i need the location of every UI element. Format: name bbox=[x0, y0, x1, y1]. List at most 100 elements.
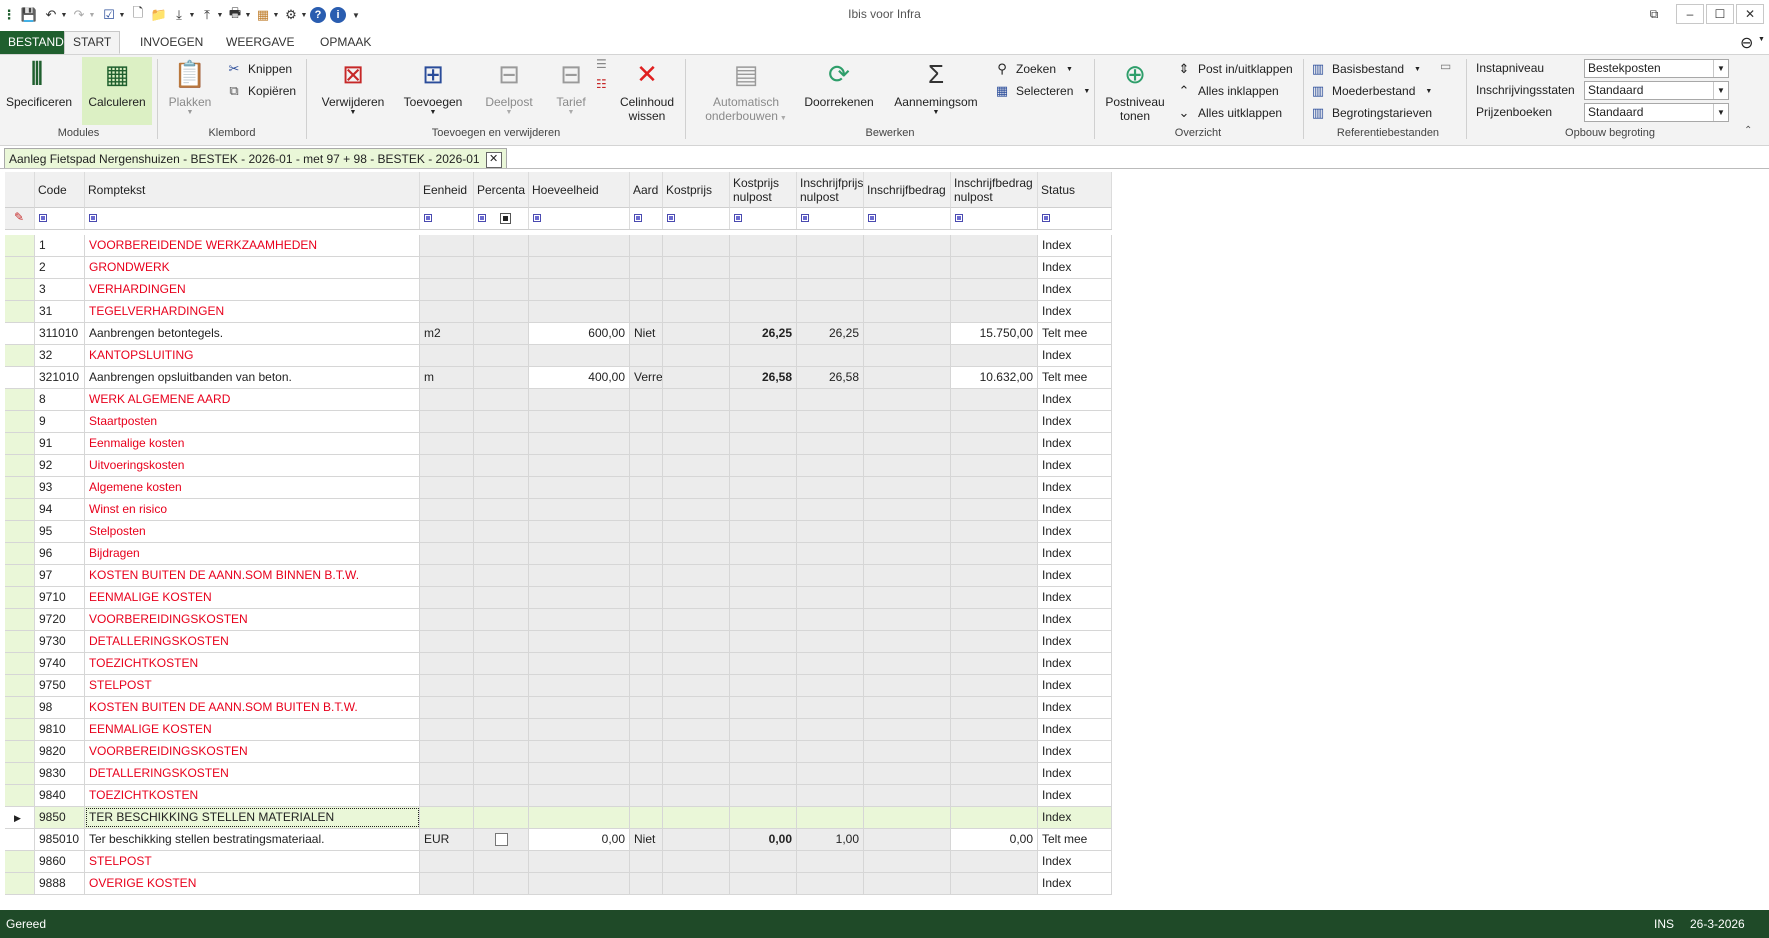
cell-hoeveelheid[interactable] bbox=[529, 675, 630, 696]
filter-percentage[interactable] bbox=[474, 208, 529, 229]
cell-kostprijs-nulpost[interactable] bbox=[730, 477, 797, 498]
column-header-eenheid[interactable]: Eenheid bbox=[420, 172, 474, 208]
cell-percentage[interactable] bbox=[474, 763, 529, 784]
cell-text[interactable]: Aanbrengen opsluitbanden van beton. bbox=[85, 367, 420, 388]
cell-inschrijfbedrag-nulpost[interactable] bbox=[951, 257, 1038, 278]
cell-text[interactable]: EENMALIGE KOSTEN bbox=[85, 719, 420, 740]
row-indicator[interactable] bbox=[5, 631, 35, 652]
undo-icon[interactable]: ↶ bbox=[42, 6, 60, 24]
cell-inschrijfprijs-nulpost[interactable] bbox=[797, 763, 864, 784]
cell-percentage[interactable] bbox=[474, 873, 529, 894]
cell-hoeveelheid[interactable]: 600,00 bbox=[529, 323, 630, 344]
cell-inschrijfbedrag-nulpost[interactable]: 0,00 bbox=[951, 829, 1038, 850]
cell-text[interactable]: KOSTEN BUITEN DE AANN.SOM BUITEN B.T.W. bbox=[85, 697, 420, 718]
cell-eenheid[interactable] bbox=[420, 653, 474, 674]
cell-inschrijfprijs-nulpost[interactable] bbox=[797, 631, 864, 652]
filter-kostprijs[interactable] bbox=[663, 208, 730, 229]
cell-inschrijfprijs-nulpost[interactable]: 26,25 bbox=[797, 323, 864, 344]
cell-text[interactable]: Algemene kosten bbox=[85, 477, 420, 498]
filter-code[interactable] bbox=[35, 208, 85, 229]
cell-inschrijfbedrag-nulpost[interactable] bbox=[951, 235, 1038, 256]
filter-icon[interactable] bbox=[533, 214, 541, 222]
cell-inschrijfprijs-nulpost[interactable] bbox=[797, 741, 864, 762]
row-indicator[interactable] bbox=[5, 257, 35, 278]
cell-code[interactable]: 9 bbox=[35, 411, 85, 432]
row-indicator[interactable] bbox=[5, 323, 35, 344]
cell-aard[interactable] bbox=[630, 257, 663, 278]
cell-inschrijfprijs-nulpost[interactable] bbox=[797, 543, 864, 564]
cell-kostprijs[interactable] bbox=[663, 631, 730, 652]
cell-inschrijfbedrag-nulpost[interactable]: 10.632,00 bbox=[951, 367, 1038, 388]
cell-inschrijfprijs-nulpost[interactable] bbox=[797, 455, 864, 476]
cell-hoeveelheid[interactable] bbox=[529, 851, 630, 872]
table-row[interactable]: 9820 VOORBEREIDINGSKOSTEN Index bbox=[5, 741, 1112, 763]
table-row[interactable]: 2 GRONDWERK Index bbox=[5, 257, 1112, 279]
table-row[interactable]: ▶ 9850 TER BESCHIKKING STELLEN MATERIALEN I… bbox=[5, 807, 1112, 829]
cell-code[interactable]: 8 bbox=[35, 389, 85, 410]
cell-kostprijs-nulpost[interactable]: 0,00 bbox=[730, 829, 797, 850]
cell-eenheid[interactable] bbox=[420, 565, 474, 586]
cell-code[interactable]: 9860 bbox=[35, 851, 85, 872]
cell-status[interactable]: Index bbox=[1038, 609, 1112, 630]
filter-icon[interactable] bbox=[89, 214, 97, 222]
cell-inschrijfbedrag-nulpost[interactable] bbox=[951, 433, 1038, 454]
cell-aard[interactable] bbox=[630, 521, 663, 542]
cell-hoeveelheid[interactable]: 0,00 bbox=[529, 829, 630, 850]
cell-eenheid[interactable] bbox=[420, 301, 474, 322]
cell-aard[interactable] bbox=[630, 719, 663, 740]
cell-aard[interactable] bbox=[630, 873, 663, 894]
cell-inschrijfbedrag[interactable] bbox=[864, 609, 951, 630]
inschrijvingsstaten-select[interactable]: Standaard ▼ bbox=[1584, 81, 1729, 100]
cell-kostprijs[interactable] bbox=[663, 323, 730, 344]
filter-kostprijs-nulpost[interactable] bbox=[730, 208, 797, 229]
cell-code[interactable]: 32 bbox=[35, 345, 85, 366]
cell-text[interactable]: EENMALIGE KOSTEN bbox=[85, 587, 420, 608]
cell-inschrijfbedrag-nulpost[interactable] bbox=[951, 499, 1038, 520]
cell-inschrijfprijs-nulpost[interactable] bbox=[797, 785, 864, 806]
cell-kostprijs[interactable] bbox=[663, 433, 730, 454]
cell-aard[interactable] bbox=[630, 741, 663, 762]
cell-kostprijs[interactable] bbox=[663, 499, 730, 520]
row-indicator[interactable] bbox=[5, 367, 35, 388]
cell-status[interactable]: Index bbox=[1038, 279, 1112, 300]
info-icon[interactable]: i bbox=[330, 7, 346, 23]
cell-aard[interactable] bbox=[630, 433, 663, 454]
cell-percentage[interactable] bbox=[474, 521, 529, 542]
cell-inschrijfbedrag[interactable] bbox=[864, 631, 951, 652]
cell-kostprijs-nulpost[interactable] bbox=[730, 543, 797, 564]
cell-kostprijs[interactable] bbox=[663, 411, 730, 432]
table-row[interactable]: 1 VOORBEREIDENDE WERKZAAMHEDEN Index bbox=[5, 235, 1112, 257]
table-row[interactable]: 94 Winst en risico Index bbox=[5, 499, 1112, 521]
cell-inschrijfprijs-nulpost[interactable] bbox=[797, 697, 864, 718]
filter-icon[interactable] bbox=[39, 214, 47, 222]
cell-inschrijfbedrag-nulpost[interactable] bbox=[951, 763, 1038, 784]
cell-code[interactable]: 98 bbox=[35, 697, 85, 718]
cell-text[interactable]: Stelposten bbox=[85, 521, 420, 542]
cell-code[interactable]: 2 bbox=[35, 257, 85, 278]
gear-dropdown-icon[interactable]: ▼ bbox=[300, 6, 308, 24]
row-indicator[interactable] bbox=[5, 697, 35, 718]
cell-percentage[interactable] bbox=[474, 235, 529, 256]
cell-percentage[interactable] bbox=[474, 785, 529, 806]
cell-aard[interactable] bbox=[630, 543, 663, 564]
chevron-down-icon[interactable]: ▼ bbox=[1713, 104, 1728, 121]
tab-weergave[interactable]: WEERGAVE bbox=[218, 32, 302, 53]
cell-hoeveelheid[interactable] bbox=[529, 301, 630, 322]
cell-inschrijfbedrag[interactable] bbox=[864, 301, 951, 322]
cell-status[interactable]: Index bbox=[1038, 389, 1112, 410]
row-indicator[interactable] bbox=[5, 675, 35, 696]
restore-icon[interactable]: ⧉ bbox=[1640, 4, 1668, 24]
cell-kostprijs[interactable] bbox=[663, 829, 730, 850]
cell-kostprijs-nulpost[interactable] bbox=[730, 279, 797, 300]
column-header-kostprijs-nulpost[interactable]: Kostprijs nulpost bbox=[730, 172, 797, 208]
cell-status[interactable]: Index bbox=[1038, 235, 1112, 256]
cell-eenheid[interactable] bbox=[420, 763, 474, 784]
cell-eenheid[interactable] bbox=[420, 609, 474, 630]
cell-inschrijfprijs-nulpost[interactable] bbox=[797, 477, 864, 498]
filter-hoeveelheid[interactable] bbox=[529, 208, 630, 229]
cell-eenheid[interactable] bbox=[420, 455, 474, 476]
cell-kostprijs[interactable] bbox=[663, 587, 730, 608]
cell-aard[interactable] bbox=[630, 345, 663, 366]
cell-text[interactable]: Ter beschikking stellen bestratingsmater… bbox=[85, 829, 420, 850]
cell-kostprijs-nulpost[interactable] bbox=[730, 763, 797, 784]
